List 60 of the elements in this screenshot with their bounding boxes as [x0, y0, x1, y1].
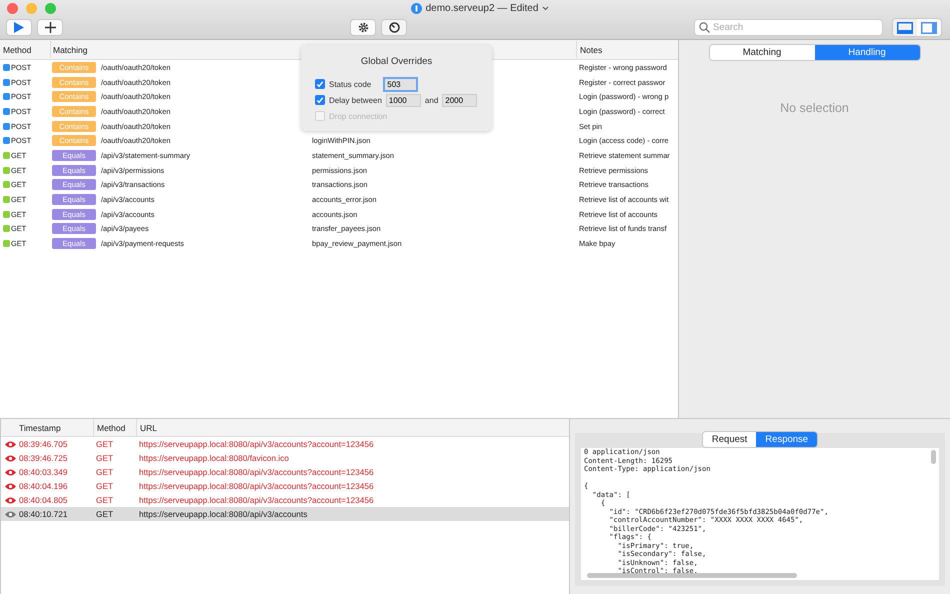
chevron-down-icon [542, 6, 550, 10]
table-cell: https://serveupapp.local:8080/favicon.ico [139, 453, 289, 463]
column-header[interactable]: Method [0, 41, 50, 58]
add-button[interactable] [37, 19, 63, 36]
checkbox[interactable] [315, 95, 325, 105]
window-control-button[interactable] [7, 3, 18, 14]
document-icon [410, 2, 422, 14]
delay-to-field[interactable]: 2000 [442, 94, 478, 106]
play-icon [14, 22, 24, 33]
column-header[interactable]: Notes [576, 41, 678, 58]
table-cell: GET [96, 453, 114, 463]
gauge-icon [388, 22, 400, 33]
option-label: Status code [329, 80, 372, 88]
table-cell: GET [96, 509, 114, 519]
side-panel-icon [921, 22, 937, 34]
column-header[interactable]: Timestamp [17, 419, 93, 436]
run-button[interactable] [6, 19, 32, 36]
table-row[interactable]: 08:40:03.349 GET https://serveupapp.local:8080/api/v3/accounts?account=123456 [1, 465, 569, 479]
overrides-button[interactable] [381, 19, 407, 36]
table-cell: 08:39:46.725 [19, 453, 68, 463]
option-label: and [424, 96, 438, 104]
column-header[interactable]: URL [136, 419, 569, 436]
option-label: Delay between [329, 96, 382, 104]
empty-state-text: No selection [780, 101, 849, 115]
search-field[interactable]: Search [694, 19, 883, 36]
table-cell: https://serveupapp.local:8080/api/v3/accounts [139, 509, 308, 519]
table-cell: 08:40:04.196 [19, 481, 68, 491]
search-icon [699, 22, 710, 33]
table-cell: GET [96, 439, 114, 449]
table-row[interactable]: 08:40:04.805 GET https://serveupapp.local:8080/api/v3/accounts?account=123456 [1, 493, 569, 507]
table-cell: https://serveupapp.local:8080/api/v3/accounts?account=123456 [139, 495, 374, 505]
table-cell: https://serveupapp.local:8080/api/v3/accounts?account=123456 [139, 481, 374, 491]
plus-icon [44, 22, 56, 33]
layout-button[interactable] [893, 19, 917, 36]
scrollbar[interactable] [931, 450, 936, 464]
table-cell: GET [96, 495, 114, 505]
tab[interactable]: Handling [814, 45, 920, 60]
bottom-panel-icon [897, 22, 913, 34]
checkbox[interactable] [315, 79, 325, 89]
window-title: demo.serveup2 — Edited [426, 2, 538, 14]
tab[interactable]: Response [756, 432, 818, 447]
table-cell: 08:40:03.349 [19, 467, 68, 477]
table-cell: 08:40:04.805 [19, 495, 68, 505]
delay-from-field[interactable]: 1000 [386, 94, 421, 106]
selected-row[interactable]: 08:40:10.721 GET https://serveupapp.local:8080/api/v3/accounts [1, 507, 569, 521]
table-cell: https://serveupapp.local:8080/api/v3/accounts?account=123456 [139, 439, 374, 449]
table-cell: https://serveupapp.local:8080/api/v3/accounts?account=123456 [139, 467, 374, 477]
status-code-field[interactable]: 503 [383, 76, 418, 92]
column-header[interactable]: Method [93, 419, 136, 436]
popover-title: Global Overrides [360, 56, 434, 67]
table-row[interactable]: 08:39:46.725 GET https://serveupapp.local:8080/favicon.ico [1, 451, 569, 465]
table-cell: GET [96, 481, 114, 491]
table-row[interactable]: 08:40:04.196 GET https://serveupapp.local:8080/api/v3/accounts?account=123456 [1, 479, 569, 493]
scrollbar[interactable] [587, 573, 797, 578]
table-cell: GET [96, 467, 114, 477]
table-cell: 08:40:10.721 [19, 509, 68, 519]
table-row[interactable]: 08:39:46.705 GET https://serveupapp.local:8080/api/v3/accounts?account=123456 [1, 437, 569, 451]
table-cell: 08:39:46.705 [19, 439, 68, 449]
settings-button[interactable] [350, 19, 376, 36]
gear-icon [358, 22, 368, 33]
